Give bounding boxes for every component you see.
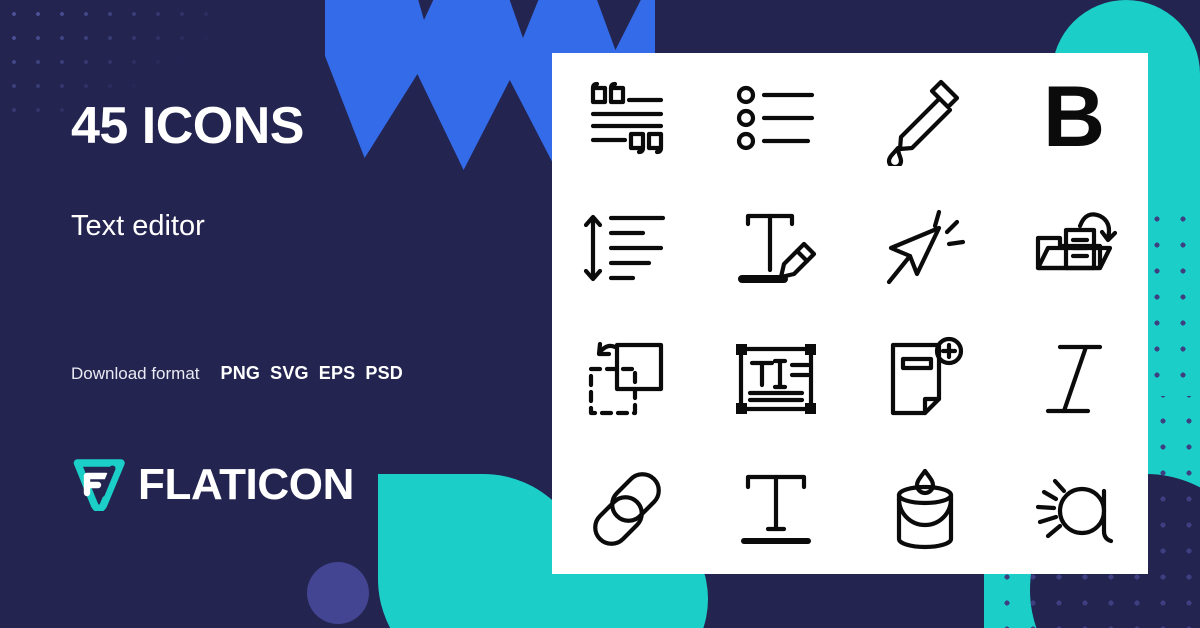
format-png: PNG	[220, 363, 261, 383]
magic-cursor-icon	[870, 193, 980, 303]
italic-icon	[1019, 324, 1129, 434]
underline-icon	[721, 454, 831, 564]
brand-name: FLATICON	[138, 460, 354, 509]
format-psd: PSD	[365, 363, 403, 383]
flaticon-logo-mark-icon	[73, 459, 125, 511]
category-subtitle: Text editor	[71, 210, 205, 242]
line-spacing-icon	[572, 193, 682, 303]
format-svg: SVG	[270, 363, 309, 383]
text-glow-icon	[1019, 454, 1129, 564]
paint-bucket-icon	[870, 454, 980, 564]
new-document-icon	[870, 324, 980, 434]
link-icon	[572, 454, 682, 564]
page-title: 45 ICONS	[71, 97, 304, 155]
eyedropper-icon	[870, 63, 980, 173]
format-eps: EPS	[318, 363, 356, 383]
info-column: 45 ICONS Text editor Download format PNG…	[71, 0, 511, 628]
text-highlight-marker-icon	[721, 193, 831, 303]
download-format-row: Download format PNG SVG EPS PSD	[71, 363, 403, 384]
icon-preview-card: B	[552, 53, 1148, 574]
brand-logo: FLATICON	[71, 459, 354, 511]
bold-icon: B	[1019, 63, 1129, 173]
download-format-label: Download format	[71, 364, 200, 383]
duplicate-icon	[572, 324, 682, 434]
bold-glyph: B	[1042, 70, 1104, 165]
text-box-icon	[721, 324, 831, 434]
bulleted-list-icon	[721, 63, 831, 173]
save-to-folder-icon	[1019, 193, 1129, 303]
poster-canvas: 45 ICONS Text editor Download format PNG…	[0, 0, 1200, 628]
blockquote-icon	[572, 63, 682, 173]
